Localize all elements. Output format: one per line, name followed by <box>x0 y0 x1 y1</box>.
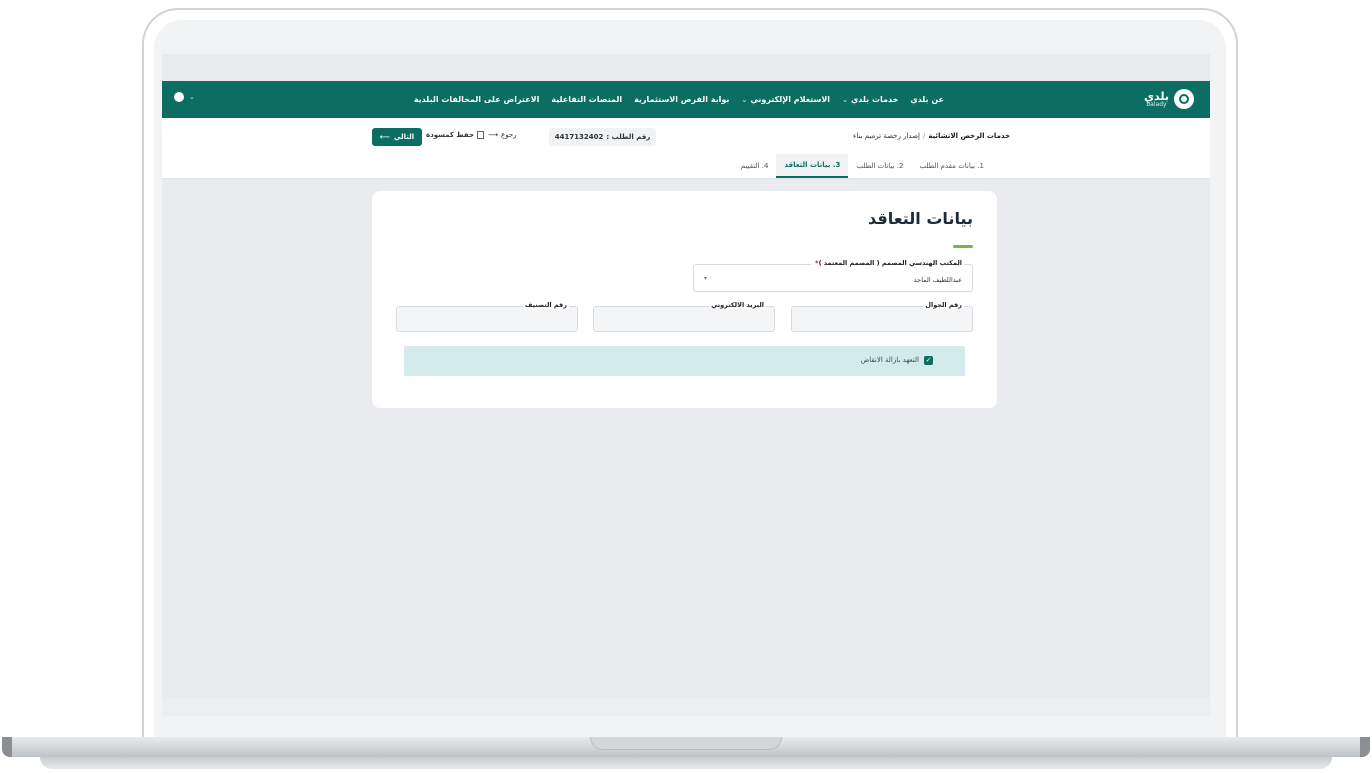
email-field[interactable]: البريد الالكتروني <box>593 301 775 332</box>
back-label: رجوع <box>501 131 517 139</box>
nav-item-label: بوابة الفرص الاستثمارية <box>634 95 730 104</box>
laptop-base-lower <box>40 757 1332 769</box>
chevron-down-icon: ⌄ <box>842 95 848 104</box>
nav-item-objection[interactable]: الاعتراض على المخالفات البلدية <box>414 95 540 104</box>
nav-menu: عن بلدي خدمات بلدي ⌄ الاستعلام الإلكتروني… <box>414 81 944 118</box>
nav-item-platforms[interactable]: المنصات التفاعلية <box>551 95 622 104</box>
page-title: بيانات التعاقد <box>868 209 973 228</box>
pledge-label[interactable]: التعهد بازالة الانقاض <box>861 356 919 364</box>
globe-icon <box>174 92 184 102</box>
back-button[interactable]: رجوع ⟶ <box>488 131 517 139</box>
screen-bezel-bottom <box>162 698 1210 716</box>
document-icon <box>477 131 485 139</box>
checkbox-checked-icon[interactable]: ✓ <box>924 356 933 365</box>
breadcrumb-current: إصدار رخصة ترميم بناء <box>853 132 920 140</box>
brand-name-ar: بلدي <box>1143 89 1169 103</box>
breadcrumb: خدمات الرخص الانشائية/إصدار رخصة ترميم ب… <box>853 132 1010 140</box>
request-number-label: رقم الطلب : <box>606 133 651 141</box>
nav-item-label: عن بلدي <box>910 95 944 104</box>
page-header: خدمات الرخص الانشائية/إصدار رخصة ترميم ب… <box>162 118 1210 179</box>
laptop-base-edge-right <box>1360 737 1370 757</box>
chevron-down-icon: ▾ <box>704 275 708 282</box>
chevron-down-icon: ⌄ <box>741 95 748 104</box>
next-label: التالي <box>393 133 415 141</box>
classification-label: رقم التصنيف <box>522 301 569 309</box>
nav-item-label: خدمات بلدي <box>850 95 899 104</box>
chevron-down-icon: ⌄ <box>189 93 195 101</box>
step-contract[interactable]: 3. بيانات التعاقد <box>776 154 849 178</box>
request-number-value: 4417132402 <box>554 133 604 141</box>
arrow-left-icon: ⟶ <box>488 131 499 139</box>
nav-item-services[interactable]: خدمات بلدي ⌄ <box>842 95 898 104</box>
title-underline <box>953 245 973 248</box>
brand-logo[interactable]: بلدي balady <box>1144 89 1194 109</box>
nav-item-investment[interactable]: بوابة الفرص الاستثمارية <box>634 95 729 104</box>
nav-item-label: المنصات التفاعلية <box>551 95 623 104</box>
wizard-steps: 1. بيانات مقدم الطلب 2. بيانات الطلب 3. … <box>733 154 992 178</box>
request-number-badge: رقم الطلب : 4417132402 <box>549 128 656 146</box>
classification-field[interactable]: رقم التصنيف <box>396 301 578 332</box>
balady-logo-icon <box>1174 89 1194 109</box>
email-label: البريد الالكتروني <box>709 301 766 309</box>
top-navbar: بلدي balady عن بلدي خدمات بلدي ⌄ الاستعلا… <box>162 81 1210 118</box>
brand-name-en: balady <box>1146 100 1167 108</box>
step-label: بيانات التعاقد <box>784 161 831 169</box>
label-text: المكتب الهندسي المصمم ( المصمم المعتمد ) <box>818 259 962 267</box>
save-draft-label: حفظ كمسودة <box>426 131 475 139</box>
arrow-left-icon: ⟵ <box>379 133 390 141</box>
engineering-office-label: المكتب الهندسي المصمم ( المصمم المعتمد )… <box>811 259 964 267</box>
contract-form-card: بيانات التعاقد المكتب الهندسي المصمم ( ا… <box>372 191 997 408</box>
laptop-base-edge-left <box>2 737 12 757</box>
nav-item-inquiry[interactable]: الاستعلام الإلكتروني ⌄ <box>741 95 830 104</box>
mobile-field[interactable]: رقم الجوال <box>791 301 973 332</box>
step-number: 4. <box>761 162 769 170</box>
language-switch[interactable]: ⌄ <box>174 92 195 102</box>
debris-removal-pledge: ✓ التعهد بازالة الانقاض <box>404 346 965 376</box>
screen: بلدي balady عن بلدي خدمات بلدي ⌄ الاستعلا… <box>162 54 1210 698</box>
save-draft-button[interactable]: حفظ كمسودة <box>426 131 485 139</box>
engineering-office-value: عبداللطيف الماجد <box>913 276 962 284</box>
step-number: 1. <box>977 162 984 170</box>
step-evaluation[interactable]: 4. التقييم <box>733 154 777 178</box>
step-number: 3. <box>832 161 841 169</box>
nav-item-label: الاعتراض على المخالفات البلدية <box>413 95 540 104</box>
mobile-label: رقم الجوال <box>923 301 964 309</box>
step-label: بيانات مقدم الطلب <box>919 162 976 170</box>
step-label: بيانات الطلب <box>856 162 895 170</box>
step-applicant[interactable]: 1. بيانات مقدم الطلب <box>911 154 992 178</box>
engineering-office-select[interactable]: المكتب الهندسي المصمم ( المصمم المعتمد )… <box>693 259 973 292</box>
next-button[interactable]: التالي ⟵ <box>372 128 422 146</box>
step-number: 2. <box>896 162 904 170</box>
nav-item-about[interactable]: عن بلدي <box>910 95 944 104</box>
breadcrumb-separator: / <box>922 132 926 140</box>
nav-item-label: الاستعلام الإلكتروني <box>750 95 831 104</box>
laptop-notch <box>590 737 782 750</box>
breadcrumb-main[interactable]: خدمات الرخص الانشائية <box>928 132 1010 140</box>
step-request[interactable]: 2. بيانات الطلب <box>848 154 911 178</box>
step-label: التقييم <box>740 162 760 170</box>
